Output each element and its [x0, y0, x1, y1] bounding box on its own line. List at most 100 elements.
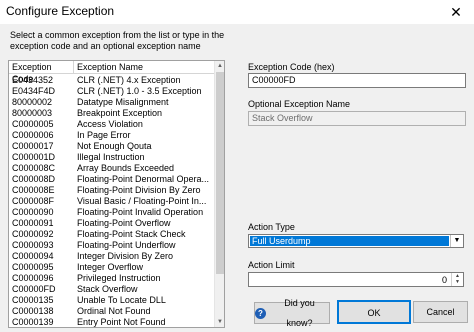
exception-name-cell: Integer Division By Zero — [77, 251, 174, 261]
exception-code-cell: C0000091 — [12, 218, 54, 228]
cancel-button[interactable]: Cancel — [413, 301, 468, 323]
list-item[interactable]: C000001D Illegal Instruction — [9, 152, 215, 163]
exception-name-field: Stack Overflow — [248, 111, 466, 126]
exception-name-cell: Not Enough Qouta — [77, 141, 152, 151]
exception-name-cell: Floating-Point Stack Check — [77, 229, 186, 239]
exception-code-cell: E0434352 — [12, 75, 54, 85]
exception-name-cell: CLR (.NET) 1.0 - 3.5 Exception — [77, 86, 202, 96]
exception-name-cell: Floating-Point Overflow — [77, 218, 171, 228]
list-item[interactable]: C0000093 Floating-Point Underflow — [9, 240, 215, 251]
exception-code-label: Exception Code (hex) — [248, 62, 335, 72]
column-header-name[interactable]: Exception Name — [74, 61, 215, 74]
exception-name-cell: CLR (.NET) 4.x Exception — [77, 75, 181, 85]
exception-code-cell: C000008D — [12, 174, 56, 184]
close-icon[interactable]: ✕ — [438, 0, 474, 24]
chevron-down-icon[interactable]: ▼ — [450, 235, 463, 247]
window-title: Configure Exception — [6, 4, 115, 18]
title-bar: Configure Exception ✕ — [0, 0, 474, 24]
list-item[interactable]: C00000FD Stack Overflow — [9, 284, 215, 295]
list-item[interactable]: C0000135 Unable To Locate DLL — [9, 295, 215, 306]
exception-code-cell: C0000139 — [12, 317, 54, 327]
exception-code-cell: C000008E — [12, 185, 55, 195]
exception-code-cell: C0000135 — [12, 295, 54, 305]
list-item[interactable]: C0000090 Floating-Point Invalid Operation — [9, 207, 215, 218]
exception-name-cell: Entry Point Not Found — [77, 317, 166, 327]
list-item[interactable]: E0434352 CLR (.NET) 4.x Exception — [9, 75, 215, 86]
did-you-know-label: Did you know? — [284, 298, 315, 328]
exception-code-cell: C0000017 — [12, 141, 54, 151]
action-type-label: Action Type — [248, 222, 295, 232]
scroll-up-icon[interactable]: ▲ — [215, 61, 224, 71]
list-item[interactable]: E0434F4D CLR (.NET) 1.0 - 3.5 Exception — [9, 86, 215, 97]
action-type-value: Full Userdump — [250, 236, 449, 246]
exception-name-cell: Visual Basic / Floating-Point In... — [77, 196, 207, 206]
exception-code-cell: C000008C — [12, 163, 56, 173]
exception-code-cell: C000001D — [12, 152, 56, 162]
spinner-buttons[interactable]: ▲ ▼ — [451, 273, 463, 286]
exception-name-cell: Access Violation — [77, 119, 143, 129]
list-item[interactable]: C0000094 Integer Division By Zero — [9, 251, 215, 262]
exception-name-cell: Integer Overflow — [77, 262, 144, 272]
list-item[interactable]: 80000003 Breakpoint Exception — [9, 108, 215, 119]
exception-name-cell: Breakpoint Exception — [77, 108, 163, 118]
list-item[interactable]: C000008C Array Bounds Exceeded — [9, 163, 215, 174]
action-type-select[interactable]: Full Userdump ▼ — [248, 234, 464, 248]
question-icon: ? — [255, 307, 266, 319]
exception-code-cell: 80000003 — [12, 108, 53, 118]
exception-code-cell: C0000095 — [12, 262, 54, 272]
list-item[interactable]: C0000092 Floating-Point Stack Check — [9, 229, 215, 240]
list-item[interactable]: 80000002 Datatype Misalignment — [9, 97, 215, 108]
action-limit-label: Action Limit — [248, 260, 295, 270]
exception-list[interactable]: Exception Code Exception Name E0434352 CL… — [8, 60, 225, 328]
exception-code-cell: C0000006 — [12, 130, 54, 140]
did-you-know-button[interactable]: ? Did you know? — [254, 298, 330, 328]
list-scrollbar[interactable]: ▲ ▼ — [214, 61, 224, 327]
exception-name-label: Optional Exception Name — [248, 99, 351, 109]
list-item[interactable]: C0000096 Privileged Instruction — [9, 273, 215, 284]
exception-name-cell: In Page Error — [77, 130, 131, 140]
exception-name-cell: Floating-Point Underflow — [77, 240, 176, 250]
exception-code-cell: C0000138 — [12, 306, 54, 316]
exception-code-cell: C0000093 — [12, 240, 54, 250]
list-rows: E0434352 CLR (.NET) 4.x Exception E0434F4D… — [9, 75, 215, 327]
exception-name-cell: Unable To Locate DLL — [77, 295, 166, 305]
ok-button[interactable]: OK — [337, 300, 411, 324]
exception-code-cell: C00000FD — [12, 284, 56, 294]
exception-name-cell: Floating-Point Division By Zero — [77, 185, 201, 195]
exception-code-cell: C000008F — [12, 196, 55, 206]
exception-code-cell: C0000005 — [12, 119, 54, 129]
exception-name-cell: Stack Overflow — [77, 284, 138, 294]
list-item[interactable]: C0000138 Ordinal Not Found — [9, 306, 215, 317]
exception-code-cell: C0000094 — [12, 251, 54, 261]
exception-name-cell: Illegal Instruction — [77, 152, 145, 162]
action-limit-spinner[interactable]: 0 ▲ ▼ — [248, 272, 464, 287]
list-item[interactable]: C0000091 Floating-Point Overflow — [9, 218, 215, 229]
list-item[interactable]: C000008F Visual Basic / Floating-Point In… — [9, 196, 215, 207]
exception-code-cell: E0434F4D — [12, 86, 56, 96]
list-item[interactable]: C000008D Floating-Point Denormal Opera... — [9, 174, 215, 185]
exception-code-cell: C0000090 — [12, 207, 54, 217]
scroll-thumb[interactable] — [216, 72, 224, 274]
exception-name-cell: Floating-Point Denormal Opera... — [77, 174, 210, 184]
exception-name-cell: Floating-Point Invalid Operation — [77, 207, 204, 217]
list-item[interactable]: C0000005 Access Violation — [9, 119, 215, 130]
list-item[interactable]: C0000017 Not Enough Qouta — [9, 141, 215, 152]
exception-name-cell: Ordinal Not Found — [77, 306, 151, 316]
list-item[interactable]: C0000139 Entry Point Not Found — [9, 317, 215, 327]
exception-code-field[interactable]: C00000FD — [248, 73, 466, 88]
exception-code-cell: C0000092 — [12, 229, 54, 239]
exception-name-cell: Datatype Misalignment — [77, 97, 169, 107]
list-header: Exception Code Exception Name — [9, 61, 215, 84]
exception-name-cell: Privileged Instruction — [77, 273, 161, 283]
scroll-down-icon[interactable]: ▼ — [215, 317, 224, 327]
exception-code-cell: C0000096 — [12, 273, 54, 283]
list-item[interactable]: C000008E Floating-Point Division By Zero — [9, 185, 215, 196]
instructions-text: Select a common exception from the list … — [10, 30, 225, 51]
list-item[interactable]: C0000006 In Page Error — [9, 130, 215, 141]
column-header-code[interactable]: Exception Code — [9, 61, 74, 84]
action-limit-value: 0 — [441, 275, 447, 285]
spin-down-icon[interactable]: ▼ — [452, 279, 463, 285]
exception-name-cell: Array Bounds Exceeded — [77, 163, 175, 173]
exception-code-cell: 80000002 — [12, 97, 53, 107]
list-item[interactable]: C0000095 Integer Overflow — [9, 262, 215, 273]
